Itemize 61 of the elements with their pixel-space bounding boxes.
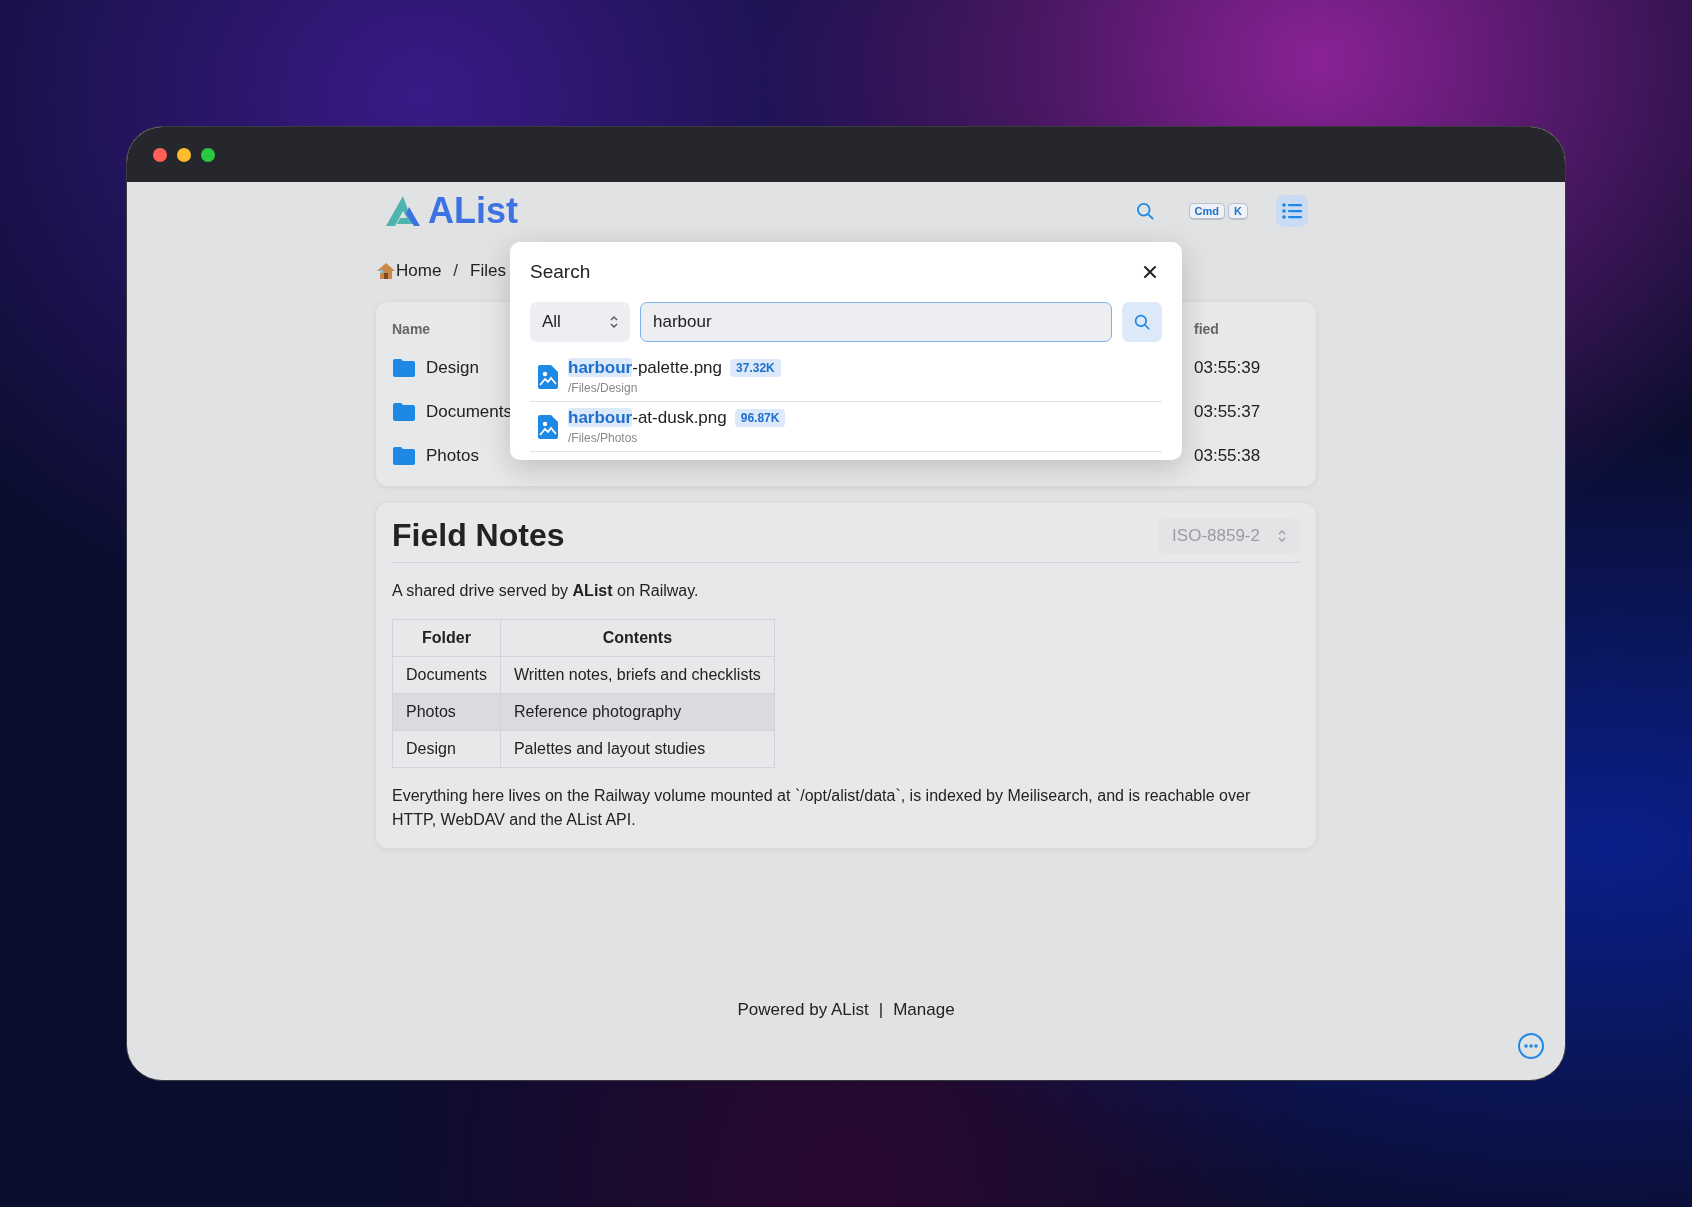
house-icon bbox=[376, 261, 396, 281]
result-file-name: harbour-palette.png bbox=[568, 358, 723, 378]
shortcut-key: K bbox=[1228, 202, 1248, 220]
file-size-badge: 96.87K bbox=[734, 409, 786, 427]
modified-time: 03:55:39 bbox=[1194, 358, 1262, 378]
table-cell: Palettes and layout studies bbox=[500, 730, 775, 768]
image-file-icon bbox=[538, 364, 558, 389]
footer-link[interactable]: Powered by AList bbox=[737, 1000, 869, 1020]
breadcrumb-link[interactable]: Files bbox=[470, 261, 506, 281]
search-icon bbox=[1133, 313, 1151, 331]
search-result[interactable]: harbour-palette.png 37.32K /Files/Design bbox=[530, 352, 1162, 402]
more-button[interactable] bbox=[1517, 1032, 1545, 1060]
folder-link[interactable]: Photos bbox=[392, 446, 479, 466]
modified-time: 03:55:38 bbox=[1194, 446, 1262, 466]
breadcrumb-separator: / bbox=[453, 261, 459, 281]
table-cell: Reference photography bbox=[500, 693, 775, 731]
close-window-icon[interactable] bbox=[153, 147, 167, 162]
logo-text: AList bbox=[428, 190, 518, 232]
search-icon bbox=[1134, 201, 1155, 221]
readme-paragraph: A shared drive served by AList on Railway. bbox=[392, 581, 700, 601]
result-file-name: harbour-at-dusk.png bbox=[568, 408, 727, 428]
footer-link[interactable]: Manage bbox=[893, 1000, 955, 1020]
footer-separator: | bbox=[878, 1000, 884, 1020]
search-result[interactable]: harbour-at-dusk.png 96.87K /Files/Photos bbox=[530, 402, 1162, 452]
folder-link[interactable]: Design bbox=[392, 358, 479, 378]
table-cell: Design bbox=[392, 730, 501, 768]
table-header: Contents bbox=[500, 619, 775, 657]
table-header: Folder bbox=[392, 619, 501, 657]
more-icon bbox=[1517, 1032, 1545, 1060]
modified-time: 03:55:37 bbox=[1194, 402, 1262, 422]
folder-icon bbox=[392, 402, 416, 422]
folder-link[interactable]: Documents bbox=[392, 402, 512, 422]
list-view-button[interactable] bbox=[1276, 195, 1308, 227]
list-icon bbox=[1282, 202, 1302, 220]
folder-name: Documents bbox=[426, 402, 512, 422]
maximize-window-icon[interactable] bbox=[201, 147, 215, 162]
folder-name: Design bbox=[426, 358, 479, 378]
folder-icon bbox=[392, 446, 416, 466]
table-cell: Documents bbox=[392, 656, 501, 694]
logo-icon bbox=[384, 194, 422, 228]
chevron-updown-icon bbox=[610, 315, 618, 329]
folder-icon bbox=[392, 358, 416, 378]
column-header[interactable]: Name bbox=[392, 321, 431, 337]
result-path: /Files/Photos bbox=[568, 431, 639, 445]
breadcrumb-link[interactable]: Home bbox=[396, 261, 442, 281]
table-cell: Written notes, briefs and checklists bbox=[500, 656, 775, 694]
chevron-updown-icon bbox=[1278, 528, 1286, 543]
column-header[interactable]: fied bbox=[1194, 321, 1300, 337]
image-file-icon bbox=[538, 414, 558, 439]
table-cell: Photos bbox=[392, 693, 501, 731]
shortcut-key: Cmd bbox=[1188, 202, 1226, 220]
search-button[interactable] bbox=[1122, 302, 1162, 342]
readme-title: Field Notes bbox=[392, 517, 565, 554]
search-field[interactable]: harbour bbox=[640, 302, 1112, 342]
result-path: /Files/Design bbox=[568, 381, 639, 395]
minimize-window-icon[interactable] bbox=[177, 147, 191, 162]
dialog-title: Search bbox=[530, 261, 591, 283]
readme-paragraph: Everything here lives on the Railway volume mounted at `/opt/alist/data`, is indexed by Meilisearch, and is reachable over HTTP, WebDAV and the AList API. bbox=[392, 786, 1252, 830]
folder-name: Photos bbox=[426, 446, 479, 466]
file-size-badge: 37.32K bbox=[730, 359, 781, 377]
scope-select[interactable]: All bbox=[530, 302, 630, 342]
